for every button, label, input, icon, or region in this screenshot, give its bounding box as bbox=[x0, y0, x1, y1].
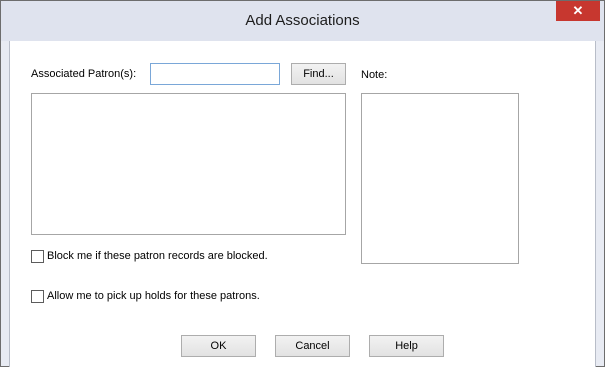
help-button[interactable]: Help bbox=[369, 335, 444, 357]
associated-patrons-list[interactable] bbox=[31, 93, 346, 235]
block-checkbox-label: Block me if these patron records are blo… bbox=[47, 250, 268, 262]
close-button[interactable]: ✕ bbox=[556, 1, 600, 21]
title-bar: Add Associations ✕ bbox=[1, 1, 604, 41]
dialog-body: Associated Patron(s): Find... Note: Bloc… bbox=[9, 41, 596, 367]
block-checkbox-row[interactable]: Block me if these patron records are blo… bbox=[31, 249, 268, 263]
note-textarea[interactable] bbox=[361, 93, 519, 264]
add-associations-dialog: Add Associations ✕ Associated Patron(s):… bbox=[0, 0, 605, 367]
associated-patrons-label: Associated Patron(s): bbox=[31, 68, 137, 80]
close-icon: ✕ bbox=[572, 3, 584, 18]
dialog-title: Add Associations bbox=[245, 12, 360, 29]
pickup-checkbox-label: Allow me to pick up holds for these patr… bbox=[47, 290, 260, 302]
note-label: Note: bbox=[361, 69, 388, 81]
associated-patrons-input[interactable] bbox=[150, 63, 280, 85]
block-checkbox[interactable] bbox=[31, 249, 44, 263]
pickup-checkbox-row[interactable]: Allow me to pick up holds for these patr… bbox=[31, 289, 260, 303]
ok-button[interactable]: OK bbox=[181, 335, 256, 357]
find-button[interactable]: Find... bbox=[291, 63, 346, 85]
pickup-checkbox[interactable] bbox=[31, 289, 44, 303]
cancel-button[interactable]: Cancel bbox=[275, 335, 350, 357]
